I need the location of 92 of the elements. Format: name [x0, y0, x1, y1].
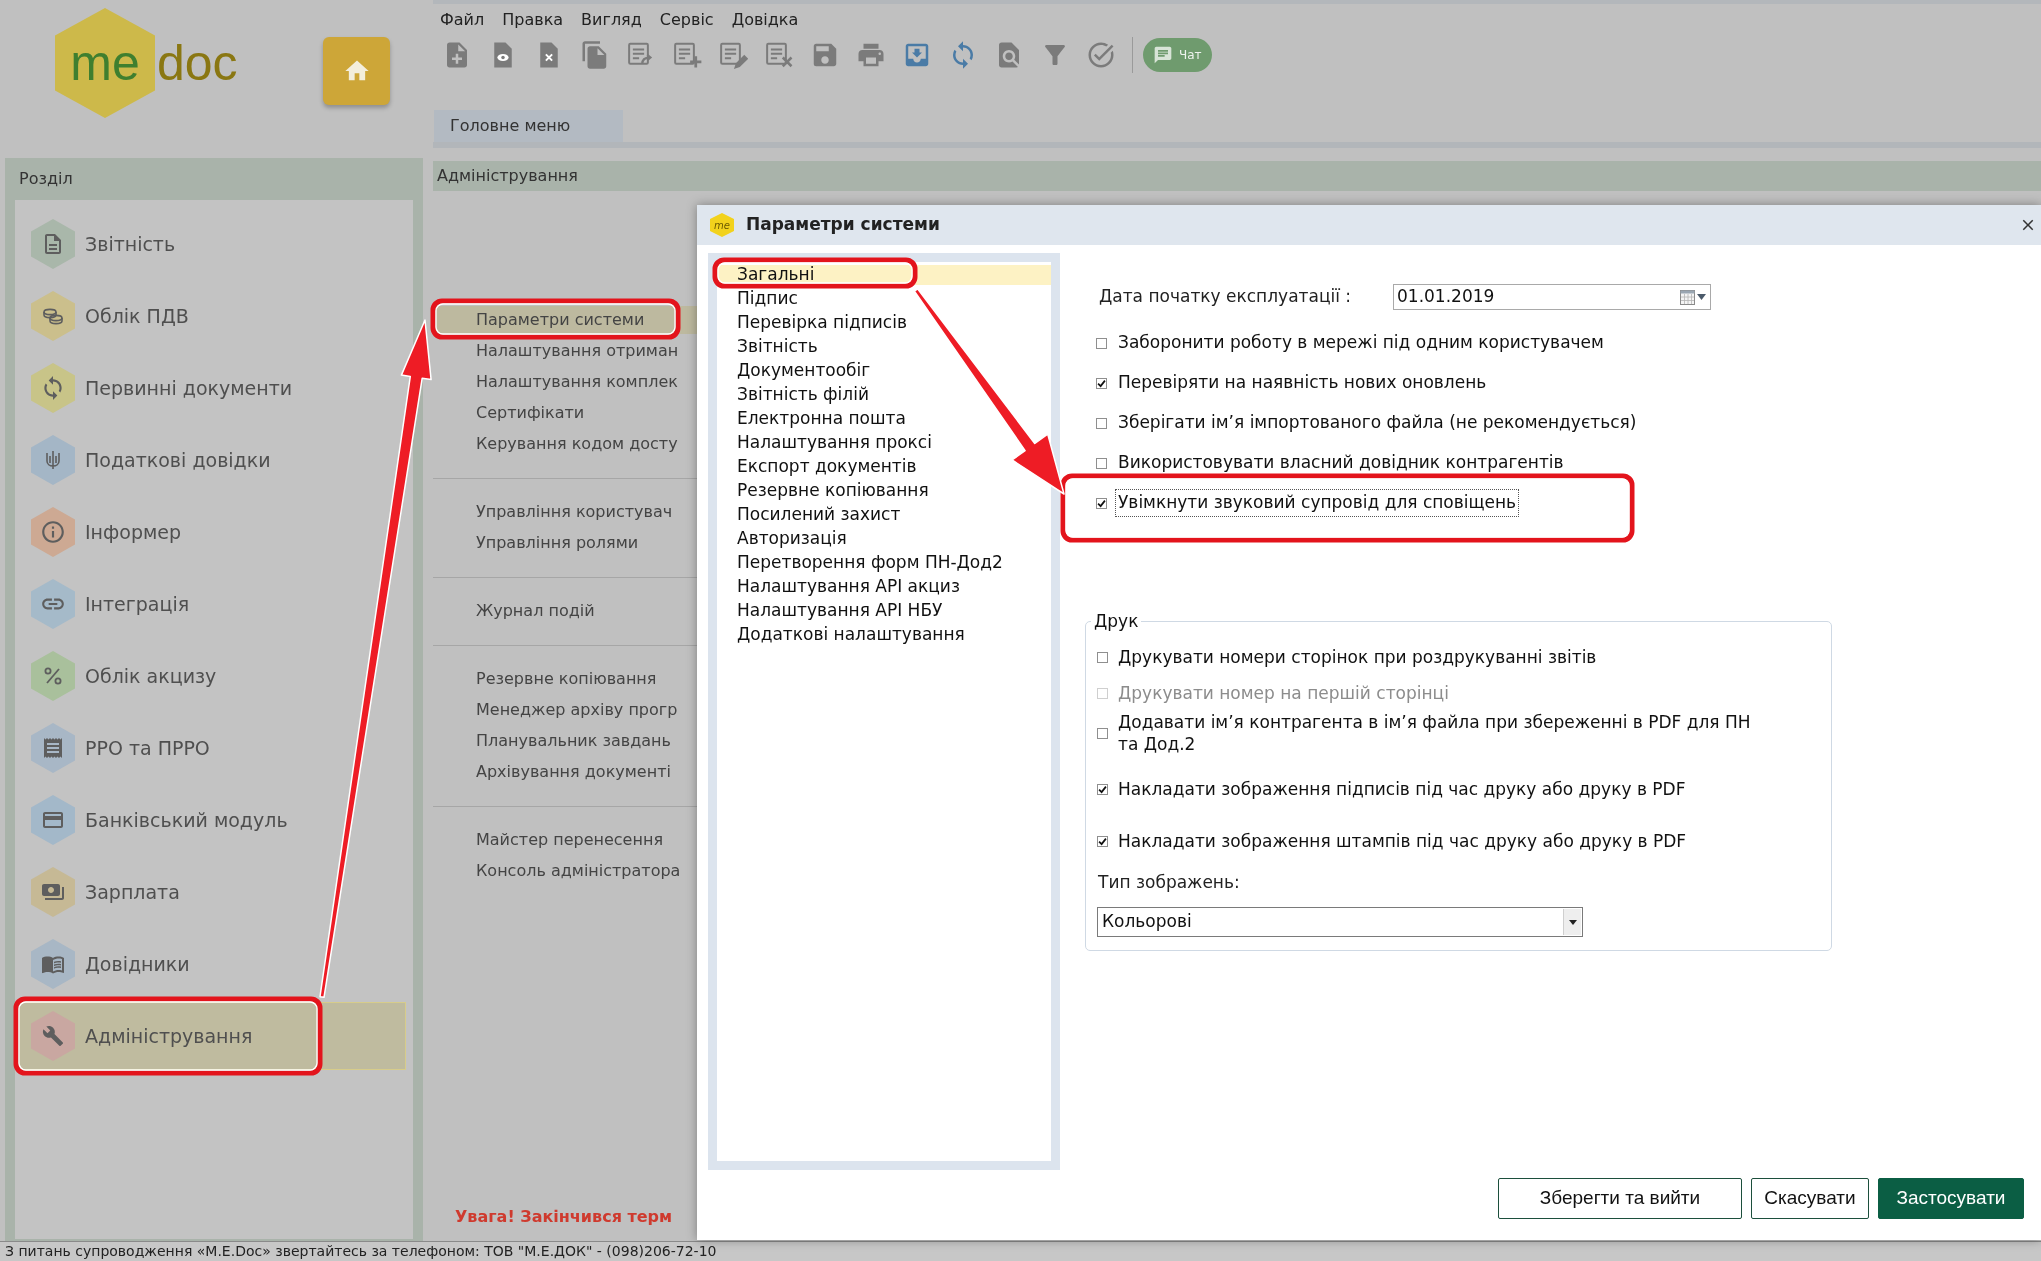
menu-item[interactable]: Майстер перенесення [433, 826, 697, 854]
sidebar-item[interactable]: РРО та ПРРО [15, 714, 223, 782]
field-label: Дата початку експлуатації : [1098, 285, 1353, 309]
logo-text: doc [157, 38, 239, 88]
menu-item[interactable]: Архівування документі [433, 758, 697, 786]
date-field[interactable]: 01.01.2019 [1393, 284, 1711, 310]
checkbox[interactable] [1097, 651, 1108, 663]
sidebar-item[interactable]: Інформер [15, 498, 195, 566]
menu-item[interactable]: Налаштування отриман [433, 337, 697, 365]
option-label: Накладати зображення підписів під час друку або друку в PDF [1117, 778, 1687, 800]
speech-bubble-icon [1153, 45, 1173, 65]
option-label: Друкувати номер на першій сторінці [1117, 682, 1450, 704]
category-item[interactable]: Посилений захист [717, 505, 907, 525]
list-pencil-icon[interactable] [718, 40, 748, 70]
app-logo: me [710, 213, 734, 237]
sidebar-item[interactable]: Банківський модуль [15, 786, 301, 854]
sidebar-item[interactable]: Облік акцизу [15, 642, 230, 710]
image-type-select[interactable]: Кольорові [1097, 907, 1583, 937]
caret-icon[interactable] [1563, 909, 1581, 935]
status-bar: З питань супроводження «M.E.Doc» звертайтесь за телефоном: ТОВ "М.Е.ДОК" - (098)206-72-10 [0, 1241, 2041, 1261]
sidebar-item[interactable]: Облік ПДВ [15, 282, 202, 350]
calendar-icon[interactable] [1680, 289, 1695, 305]
category-item[interactable]: Експорт документів [717, 457, 923, 477]
dialog-title: Параметри системи [746, 213, 940, 237]
option-label: Зберігати ім’я імпортованого файла (не рекомендується) [1117, 411, 1638, 435]
logo-mark: me [55, 8, 155, 118]
section-header: Адміністрування [433, 161, 2041, 191]
list-x-icon[interactable] [764, 40, 794, 70]
sidebar-item[interactable]: Звітність [15, 210, 189, 278]
category-item[interactable]: Налаштування API акциз [717, 577, 966, 597]
category-item[interactable]: Додаткові налаштування [717, 625, 971, 645]
home-button[interactable] [323, 37, 390, 105]
menu-item[interactable]: Сертифікати [433, 399, 697, 427]
field-label: Тип зображень: [1097, 871, 1240, 895]
menu-bar-item[interactable]: Файл [440, 8, 485, 32]
sidebar-item[interactable]: Первинні документи [15, 354, 306, 422]
list-plus-icon[interactable] [672, 40, 702, 70]
caret-icon[interactable] [1697, 294, 1706, 300]
menu-item[interactable]: Керування кодом досту [433, 430, 697, 458]
checkbox[interactable] [1097, 727, 1108, 739]
menu-item[interactable]: Налаштування комплек [433, 368, 697, 396]
menu-item[interactable]: Журнал подій [433, 597, 697, 625]
category-item[interactable]: Перевірка підписів [717, 313, 913, 333]
category-item[interactable]: Налаштування проксі [717, 433, 938, 453]
checkbox[interactable] [1096, 497, 1107, 509]
option-label: Накладати зображення штампів під час друку або друку в PDF [1117, 830, 1688, 852]
menu-item[interactable]: Менеджер архіву прогр [433, 696, 697, 724]
checkbox[interactable] [1096, 417, 1107, 429]
menu-item[interactable]: Планувальник завдань [433, 727, 697, 755]
menu-item[interactable]: Консоль адміністратора [433, 857, 697, 885]
menu-bar-item[interactable]: Вигляд [581, 8, 642, 32]
sidebar-item[interactable]: Податкові довідки [15, 426, 284, 494]
menu-item[interactable]: Управління користувач [433, 498, 697, 526]
menu-item[interactable]: Управління ролями [433, 529, 697, 557]
menu-item[interactable]: Резервне копіювання [433, 665, 697, 693]
checkbox[interactable] [1096, 377, 1107, 389]
checkbox[interactable] [1096, 457, 1107, 469]
menu-bar-item[interactable]: Сервіс [659, 8, 714, 32]
tick-icon [1098, 784, 1107, 794]
checkbox[interactable] [1097, 835, 1108, 847]
menu-bar-item[interactable]: Правка [502, 8, 564, 32]
category-item[interactable]: Звітність [717, 337, 824, 357]
option-label: Перевіряти на наявність нових оновлень [1117, 371, 1488, 395]
tick-icon [1098, 836, 1107, 846]
tick-icon [1097, 378, 1106, 388]
menu-bar-item[interactable]: Довідка [731, 8, 799, 32]
sidebar-item[interactable]: Довідники [15, 930, 203, 998]
checkbox[interactable] [1097, 783, 1108, 795]
checkbox[interactable] [1096, 337, 1107, 349]
category-item[interactable]: Резервне копіювання [717, 481, 935, 501]
tick-icon [1097, 498, 1106, 508]
dialog-button[interactable]: Скасувати [1751, 1178, 1869, 1219]
warning-text: Увага! Закінчився терм [455, 1206, 673, 1228]
dialog-button[interactable]: Зберегти та вийти [1498, 1178, 1742, 1219]
category-item[interactable]: Документообіг [717, 361, 877, 381]
category-item[interactable]: Звітність філій [717, 385, 875, 405]
category-item[interactable]: Налаштування API НБУ [717, 601, 949, 621]
category-item[interactable]: Перетворення форм ПН-Дод2 [717, 553, 1009, 573]
option-label: Використовувати власний довідник контрагентів [1117, 451, 1565, 475]
category-item[interactable]: Підпис [717, 289, 804, 309]
option-label: Друкувати номери сторінок при роздрукуванні звітів [1117, 646, 1598, 668]
sidebar-item[interactable]: Інтеграція [15, 570, 203, 638]
category-item[interactable]: Авторизація [717, 529, 853, 549]
sidebar-item[interactable]: Зарплата [15, 858, 193, 926]
category-item[interactable]: Загальні [717, 265, 1051, 285]
category-item[interactable]: Електронна пошта [717, 409, 912, 429]
option-label: Увімкнути звуковий супровід для сповіщень [1115, 489, 1520, 517]
tab[interactable]: Головне меню [434, 110, 623, 142]
option-label: Заборонити роботу в мережі під одним користувачем [1117, 331, 1605, 355]
section-title: Розділ [19, 168, 73, 190]
option-label: Додавати ім’я контрагента в ім’я файла при збереженні в PDF для ПН та Дод.2 [1117, 711, 1752, 755]
dialog-button[interactable]: Застосувати [1878, 1178, 2024, 1219]
